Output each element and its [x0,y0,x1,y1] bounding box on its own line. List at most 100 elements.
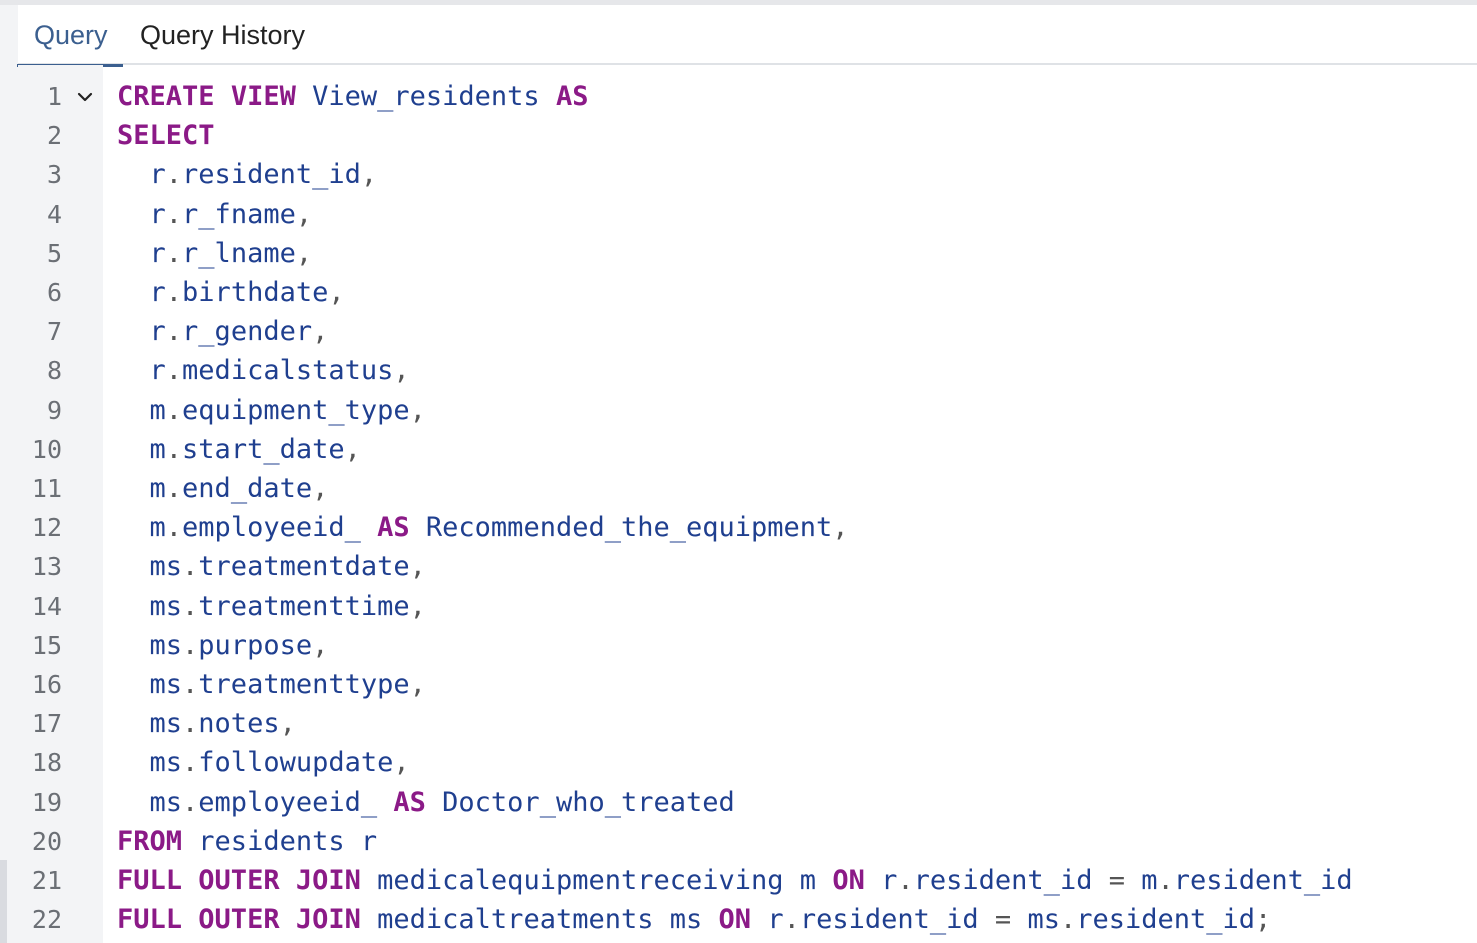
code-text: CREATE VIEW View_residents AS [117,77,588,116]
sql-keyword: OUTER [198,904,280,936]
sql-keyword: OUTER [198,865,280,896]
left-resize-handle[interactable] [0,860,7,943]
sql-token: ms [1027,904,1060,936]
sql-token: followupdate [198,747,394,779]
sql-punctuation: . [165,159,183,191]
chevron-down-icon[interactable] [76,88,94,106]
sql-keyword: ON [832,865,865,896]
sql-punctuation: , [409,590,426,622]
sql-token: r [149,159,166,191]
line-number: 9 [46,395,62,425]
code-text: ms.treatmenttime, [117,587,426,626]
code-text: r.r_gender, [117,312,329,351]
sql-keyword: VIEW [230,81,296,112]
sql-token: m [1141,865,1158,896]
sql-token: r [767,904,784,936]
sql-keyword: AS [393,786,426,818]
left-panel-edge [0,5,18,943]
line-number: 21 [31,866,62,895]
sql-punctuation: = [994,904,1012,936]
code-line: 15 ms.purpose, [18,626,1477,665]
sql-punctuation: . [165,277,183,308]
tab-query-history[interactable]: Query History [140,5,305,65]
query-tabbar: Query Query History [17,5,1477,67]
code-line: 4 r.r_fname, [18,195,1477,234]
line-number: 18 [31,748,62,778]
sql-token: end_date [182,473,313,504]
code-text: r.medicalstatus, [117,351,410,390]
sql-punctuation: . [165,316,183,348]
sql-punctuation: , [312,629,329,661]
sql-token: purpose [198,629,313,661]
sql-token: m [799,865,817,896]
sql-punctuation: . [182,786,199,818]
code-line: 14 ms.treatmenttime, [18,587,1477,626]
code-line: 19 ms.employeeid_ AS Doctor_who_treated [18,783,1477,822]
sql-token: r [149,355,166,387]
sql-punctuation: , [393,355,410,387]
line-number: 14 [31,591,62,621]
sql-punctuation: . [182,669,199,700]
sql-punctuation: ; [1255,904,1272,936]
sql-punctuation: . [1157,865,1174,896]
code-text: m.start_date, [117,430,361,469]
sql-token: Doctor_who_treated [442,786,735,818]
code-line: 17 ms.notes, [18,704,1477,743]
sql-punctuation: , [312,473,329,504]
code-text: ms.purpose, [117,626,329,665]
sql-token: treatmenttime [198,590,410,622]
sql-token: medicalequipmentreceiving [377,865,784,896]
code-line: 18 ms.followupdate, [18,743,1477,782]
sql-keyword: JOIN [295,865,361,896]
sql-token: m [149,433,166,465]
sql-punctuation: , [832,512,849,544]
code-line: 20 FROM residents r [18,822,1477,861]
sql-keyword: FULL [117,904,183,936]
sql-punctuation: . [165,512,183,544]
sql-punctuation: . [165,355,183,387]
sql-token: r [149,198,166,230]
line-number: 8 [46,356,62,386]
sql-token: notes [198,708,280,740]
code-text: ms.employeeid_ AS Doctor_who_treated [117,783,735,822]
code-text: ms.notes, [117,704,296,743]
sql-token: ms [149,747,183,779]
code-line: 5 r.r_lname, [18,234,1477,273]
code-text: r.birthdate, [117,273,345,312]
sql-token: ms [149,786,183,818]
sql-keyword: AS [555,81,589,112]
sql-editor[interactable]: 1 CREATE VIEW View_residents AS 2 SELECT 3 r… [18,65,1477,943]
sql-punctuation: . [182,551,199,583]
sql-token: Recommended_the_equipment [425,512,833,544]
sql-punctuation: . [182,747,199,779]
sql-punctuation: , [344,433,361,465]
sql-token: ms [149,590,183,622]
sql-keyword: FROM [117,825,183,857]
sql-token: m [149,473,166,504]
tab-query[interactable]: Query [17,5,122,67]
code-text: FROM residents r [117,822,377,861]
sql-token: m [149,512,166,544]
